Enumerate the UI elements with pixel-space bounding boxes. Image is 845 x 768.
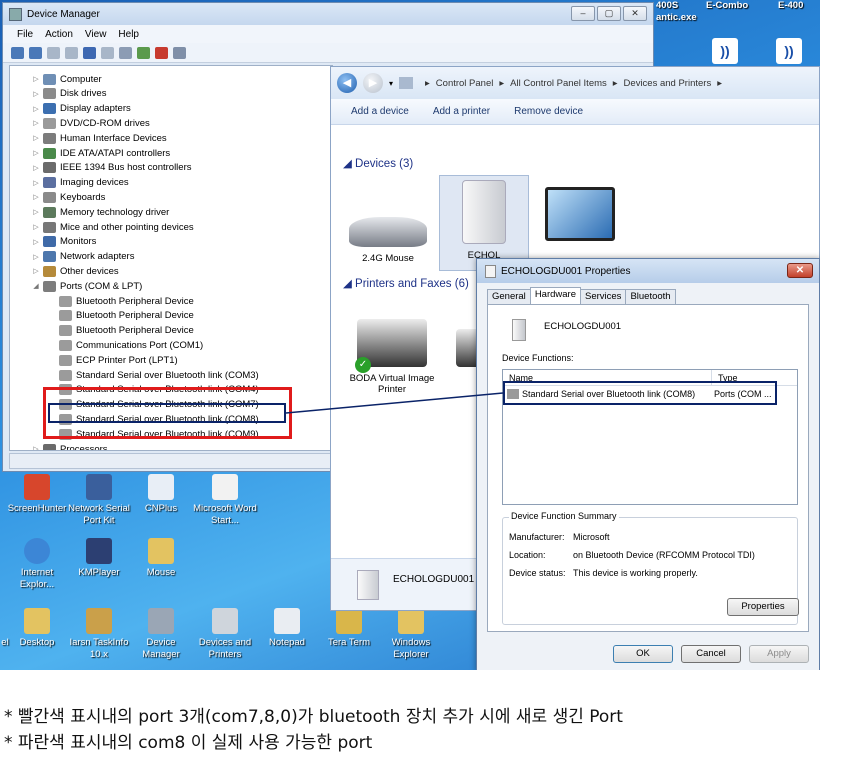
screen: 400S antic.exe E-Combo E-400 )) )) Scree… [0, 0, 820, 670]
note-line-2: * 파란색 표시내의 com8 이 실제 사용 가능한 port [4, 733, 373, 753]
note-line-1: * 빨간색 표시내의 port 3개(com7,8,0)가 bluetooth … [4, 707, 623, 727]
connector-line [285, 392, 504, 414]
